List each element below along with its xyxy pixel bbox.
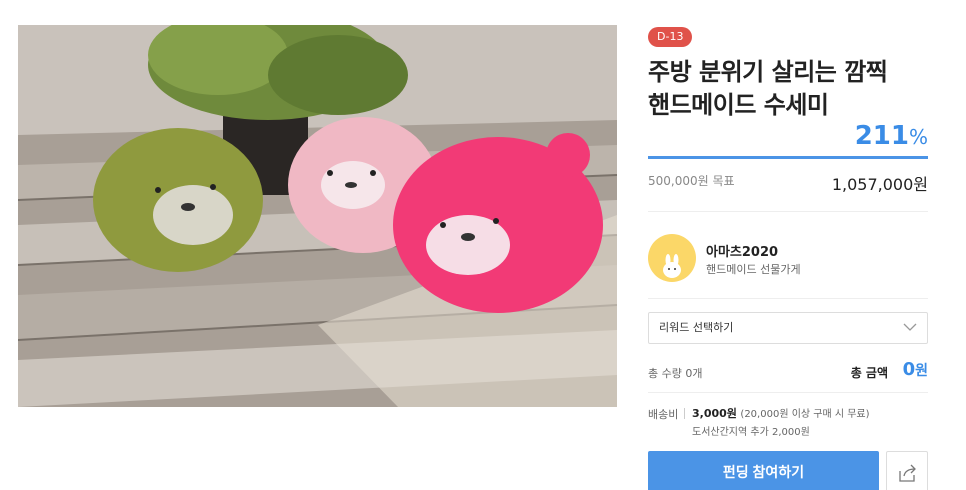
- maker-name[interactable]: 아마츠2020: [706, 241, 778, 260]
- reward-select-label: 리워드 선택하기: [659, 321, 734, 334]
- dday-badge: D-13: [648, 27, 693, 47]
- total-quantity: 총 수량 0개: [648, 367, 703, 380]
- shipping-condition: (20,000원 이상 구매 시 무료): [740, 409, 870, 420]
- shipping-divider: [684, 408, 685, 419]
- share-icon: [899, 464, 916, 482]
- raised-amount: 1,057,000원: [831, 175, 928, 194]
- share-button[interactable]: [886, 451, 928, 490]
- campaign-title: 주방 분위기 살리는 깜찍 핸드메이드 수세미: [648, 56, 928, 122]
- reward-select[interactable]: 리워드 선택하기: [648, 312, 928, 344]
- total-amount-label: 총 금액: [850, 366, 888, 380]
- campaign-info: D-13 주방 분위기 살리는 깜찍 핸드메이드 수세미 211% 500,00…: [648, 25, 928, 490]
- divider: [648, 298, 928, 299]
- shipping-fee: 3,000원 (20,000원 이상 구매 시 무료): [692, 405, 870, 421]
- divider: [648, 392, 928, 393]
- total-amount-unit: 원: [915, 363, 928, 379]
- maker-card[interactable]: 아마츠2020 핸드메이드 선물가게: [648, 211, 928, 297]
- campaign-title-line1: 주방 분위기 살리는 깜찍: [648, 58, 888, 86]
- achievement-percent: 211: [854, 121, 909, 151]
- product-image: [18, 25, 617, 407]
- total-amount-number: 0: [902, 359, 916, 380]
- shipping-fee-amount: 3,000원: [692, 407, 737, 420]
- funding-detail-page: D-13 주방 분위기 살리는 깜찍 핸드메이드 수세미 211% 500,00…: [0, 0, 966, 490]
- goal-amount: 500,000원 목표: [648, 174, 735, 188]
- maker-avatar[interactable]: [648, 234, 696, 282]
- percent-sign: %: [908, 125, 928, 149]
- progress-bar: [648, 156, 928, 159]
- shipping-extra-fee: 도서산간지역 추가 2,000원: [692, 427, 810, 438]
- fund-button[interactable]: 펀딩 참여하기: [648, 451, 879, 490]
- maker-description: 핸드메이드 선물가게: [706, 263, 801, 276]
- campaign-title-line2: 핸드메이드 수세미: [648, 91, 829, 119]
- shipping-label: 배송비: [648, 408, 679, 421]
- achievement-rate: 211%: [855, 121, 928, 151]
- total-amount: 0원: [903, 359, 928, 380]
- chevron-down-icon: [903, 323, 917, 331]
